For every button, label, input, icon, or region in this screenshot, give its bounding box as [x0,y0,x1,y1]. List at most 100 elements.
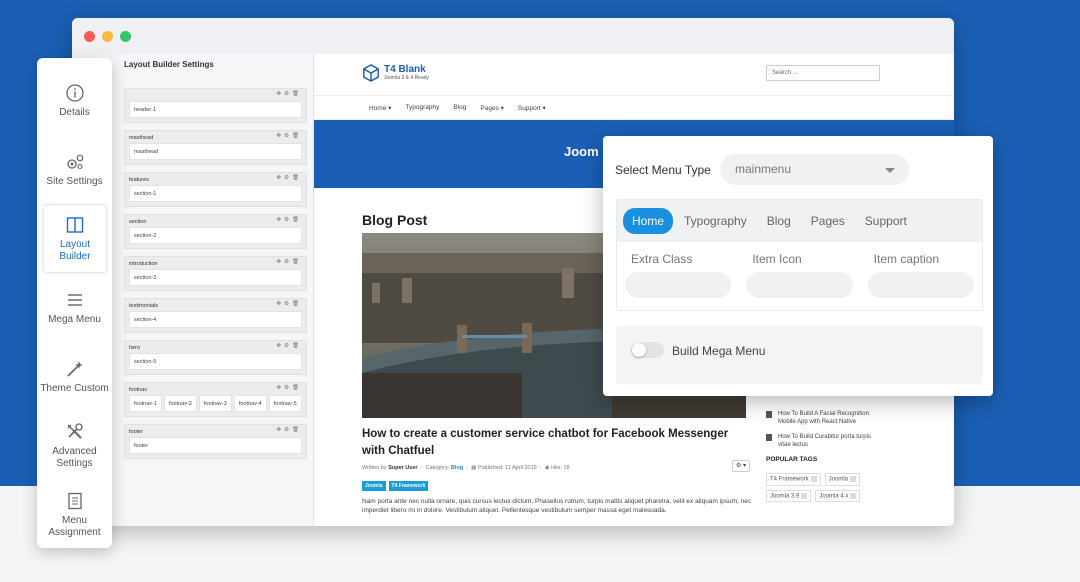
layout-column[interactable]: section-2 [129,227,302,244]
vnav-item-label: Layout Builder [59,238,91,262]
row-actions[interactable]: ✥⚙🗑 [276,175,302,181]
tag-count-badge [810,476,817,482]
site-nav-item[interactable]: Pages ▾ [480,104,504,112]
layout-columns: masthead [129,143,302,160]
vnav-item-theme-custom[interactable]: Theme Custom [37,342,112,411]
layout-column[interactable]: masthead [129,143,302,160]
layout-column[interactable]: section-4 [129,311,302,328]
maximize-window-button[interactable] [120,30,131,42]
vnav-item-label: Site Settings [46,175,103,187]
vnav-item-site-settings[interactable]: Site Settings [37,135,112,204]
layout-row[interactable]: section ✥⚙🗑 section-2 [124,214,307,249]
layout-columns: footer [129,437,302,454]
menu-tab-blog[interactable]: Blog [758,208,800,234]
layout-column[interactable]: footnav-4 [233,395,267,412]
layout-row[interactable]: masthead ✥⚙🗑 masthead [124,130,307,165]
menu-item-tabs: Home Typography Blog Pages Support [617,200,982,242]
popular-tag[interactable]: Joomla 3.9 [766,489,812,503]
vnav-item-layout-builder[interactable]: Layout Builder [43,204,107,273]
layout-column[interactable]: section-3 [129,269,302,286]
row-actions[interactable]: ✥⚙🗑 [276,427,302,433]
layout-columns: section-5 [129,353,302,370]
menu-field-input[interactable] [746,272,853,298]
menu-settings-popup: Select Menu Type mainmenu Home Typography… [603,136,993,396]
site-nav-item[interactable]: Home ▾ [369,104,391,112]
settings-vertical-nav: Details Site Settings Layout Builder Mega M… [37,58,112,548]
vnav-item-label: Details [59,106,90,118]
menu-tab-pages[interactable]: Pages [802,208,854,234]
layout-columns: header-1 [129,101,302,118]
mega-menu-box: Build Mega Menu [616,326,983,384]
row-actions[interactable]: ✥⚙🗑 [276,259,302,265]
menu-field-input[interactable] [867,272,974,298]
category-link[interactable]: Blog [451,465,463,471]
layout-row[interactable]: introduction ✥⚙🗑 section-3 [124,256,307,291]
article-tools-button[interactable]: ⚙ ▾ [732,460,750,472]
layout-column[interactable]: footnav-1 [129,395,162,412]
menu-tab-home[interactable]: Home [623,208,674,234]
vnav-item-advanced-settings[interactable]: Advanced Settings [37,411,112,480]
post-tag[interactable]: Joomla [362,481,386,491]
eye-icon: ◉ [544,465,550,471]
vnav-item-label: Theme Custom [40,382,109,394]
menu-tab-typography[interactable]: Typography [675,208,756,234]
layout-column[interactable]: section-5 [129,353,302,370]
post-tag[interactable]: T4 Framework [388,481,429,491]
menu-field: Item Icon [746,252,853,298]
vnav-item-mega-menu[interactable]: Mega Menu [37,273,112,342]
tools-icon [65,422,85,442]
toggle-knob [632,343,646,357]
row-actions[interactable]: ✥⚙🗑 [276,91,302,97]
post-excerpt: Nam porta ante nec nulla ornare, quis cu… [362,498,752,514]
layout-row[interactable]: footer ✥⚙🗑 footer [124,424,307,459]
layout-row[interactable]: footnav ✥⚙🗑 footnav-1 footnav-2 footnav-3 foo… [124,382,307,417]
tag-count-badge [850,476,857,482]
site-logo[interactable]: T4 Blank Joomla 3 & 4 Ready [362,64,429,82]
vnav-item-details[interactable]: Details [37,66,112,135]
site-nav-item[interactable]: Blog [453,104,466,111]
layout-row[interactable]: ✥⚙🗑 header-1 [124,88,307,123]
layout-column[interactable]: section-1 [129,185,302,202]
layout-row[interactable]: hero ✥⚙🗑 section-5 [124,340,307,375]
menu-type-select[interactable]: mainmenu [720,154,909,185]
site-search-input[interactable]: Search ... [766,65,880,81]
site-nav-item[interactable]: Typography [405,104,439,111]
author-link[interactable]: Super User [388,465,417,471]
info-icon [65,83,85,103]
menu-tab-support[interactable]: Support [856,208,916,234]
menu-item-fields: Extra Class Item Icon Item caption [617,242,982,298]
site-nav-item[interactable]: Support ▾ [518,104,546,112]
minimize-window-button[interactable] [102,30,113,42]
window-titlebar [72,18,954,54]
document-icon [766,411,772,418]
row-actions[interactable]: ✥⚙🗑 [276,217,302,223]
layout-row[interactable]: features ✥⚙🗑 section-1 [124,172,307,207]
row-actions[interactable]: ✥⚙🗑 [276,343,302,349]
sidebar-article-link[interactable]: How To Build A Facial Recognition Mobile… [766,410,876,426]
row-actions[interactable]: ✥⚙🗑 [276,301,302,307]
vnav-item-menu-assignment[interactable]: Menu Assignment [37,480,112,549]
popular-tag[interactable]: T4 Framework [766,473,821,486]
close-window-button[interactable] [84,30,95,42]
vnav-item-label: Advanced Settings [52,445,97,469]
layout-column[interactable]: header-1 [129,101,302,118]
layout-column[interactable]: footnav-5 [268,395,302,412]
post-title-link[interactable]: How to create a customer service chatbot… [362,426,752,460]
blog-heading: Blog Post [362,212,428,228]
row-actions[interactable]: ✥⚙🗑 [276,133,302,139]
layout-column[interactable]: footnav-2 [163,395,197,412]
layout-column[interactable]: footer [129,437,302,454]
menu-field: Item caption [867,252,974,298]
sidebar-article-link[interactable]: How To Build Curabitur porta turpis vita… [766,433,876,449]
row-actions[interactable]: ✥⚙🗑 [276,385,302,391]
build-mega-menu-toggle[interactable] [631,342,664,358]
menu-field-input[interactable] [625,272,732,298]
popular-tag[interactable]: Joomla [824,473,861,486]
popular-tag-label: T4 Framework [770,476,809,483]
menu-items-box: Home Typography Blog Pages Support Extra Cla… [616,199,983,311]
layout-row[interactable]: testimonials ✥⚙🗑 section-4 [124,298,307,333]
popular-tag[interactable]: Joomla 4.x [815,489,861,503]
site-sidebar: How To Build A Facial Recognition Mobile… [766,410,876,503]
logo-name: T4 Blank [384,64,426,75]
layout-column[interactable]: footnav-3 [198,395,232,412]
